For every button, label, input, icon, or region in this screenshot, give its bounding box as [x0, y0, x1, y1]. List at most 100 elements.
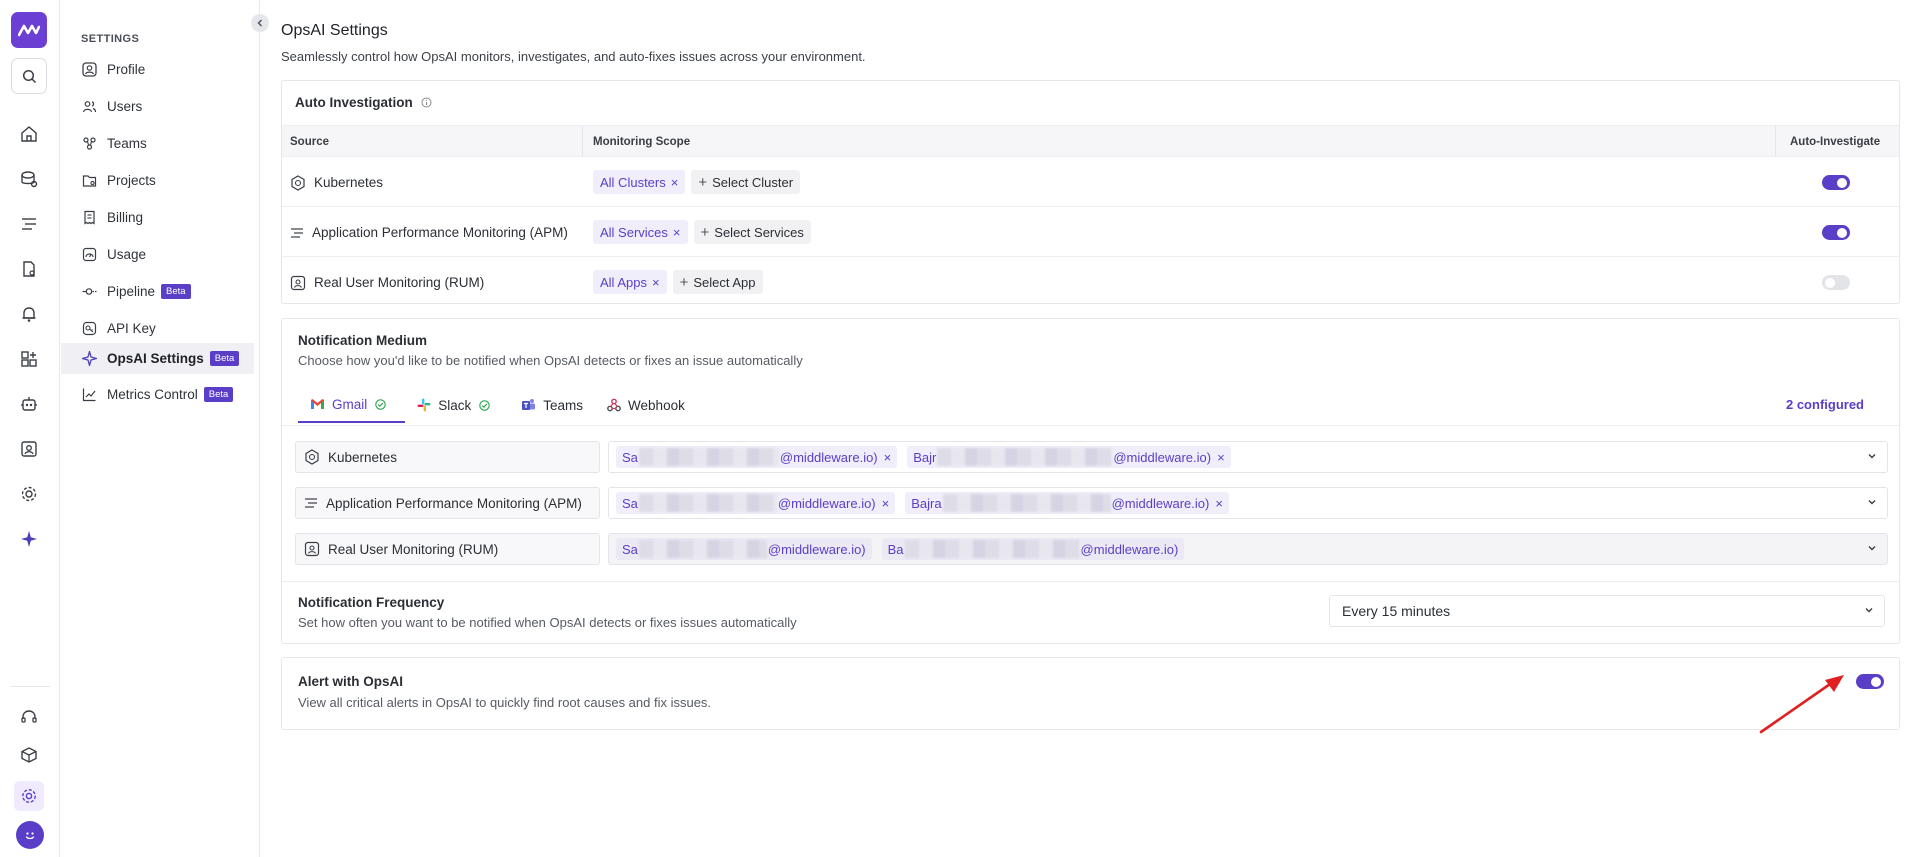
teams-icon — [83, 136, 96, 150]
chevron-down-icon[interactable] — [1867, 543, 1877, 553]
receipt-icon — [84, 210, 95, 225]
apm-icon — [291, 227, 303, 238]
tab-teams[interactable]: Teams — [509, 387, 595, 423]
select-services-button[interactable]: + Select Services — [693, 220, 811, 244]
sidebar-item-label: Users — [107, 98, 143, 114]
sidebar-item-opsai-settings[interactable]: OpsAI Settings Beta — [61, 343, 254, 374]
sidebar-item-label: Metrics Control — [107, 386, 198, 402]
email-chip[interactable]: Ba @middleware.io) — [881, 538, 1185, 560]
plus-icon: + — [679, 273, 689, 291]
remove-chip-icon[interactable]: × — [1217, 450, 1225, 465]
toggle-knob — [1837, 177, 1847, 188]
sidebar-item-teams[interactable]: Teams — [61, 128, 254, 158]
notification-row: Kubernetes Sa @middleware.io) × Bajr @middl… — [295, 441, 1888, 473]
email-chip[interactable]: Sa @middleware.io) × — [616, 446, 898, 468]
dashboard-icon[interactable] — [18, 348, 40, 370]
sidebar-item-projects[interactable]: Projects — [61, 165, 254, 195]
recipient-select[interactable]: Sa @middleware.io) Ba @middleware.io) — [608, 533, 1888, 565]
support-headset-icon[interactable] — [18, 706, 40, 728]
email-chip[interactable]: Bajr @middleware.io) × — [907, 446, 1231, 468]
notification-card: Notification Medium Choose how you'd lik… — [281, 318, 1900, 644]
sidebar-item-label: Teams — [107, 135, 147, 151]
frequency-select[interactable]: Every 15 minutes — [1329, 595, 1885, 627]
scope-chip[interactable]: All Apps × — [593, 270, 667, 294]
sidebar-item-usage[interactable]: Usage — [61, 239, 254, 269]
user-avatar[interactable] — [16, 821, 44, 849]
recipient-select[interactable]: Sa @middleware.io) × Bajr @middleware.io) × — [608, 441, 1888, 473]
auto-investigate-toggle[interactable] — [1822, 275, 1850, 290]
sidebar-item-pipeline[interactable]: Pipeline Beta — [61, 276, 254, 306]
alert-bell-icon[interactable] — [18, 303, 40, 325]
chevron-down-icon[interactable] — [1867, 451, 1877, 461]
document-icon[interactable] — [18, 258, 40, 280]
alert-opsai-description: View all critical alerts in OpsAI to qui… — [298, 695, 712, 710]
email-chip[interactable]: Bajra @middleware.io) × — [905, 492, 1229, 514]
chip-label: All Clusters — [600, 174, 666, 190]
remove-chip-icon[interactable]: × — [1215, 496, 1223, 511]
redacted-email — [638, 448, 779, 466]
toggle-knob — [1825, 277, 1835, 288]
redacted-email — [638, 540, 767, 558]
package-icon[interactable] — [18, 744, 40, 766]
settings-icon[interactable] — [18, 785, 40, 807]
email-prefix: Sa — [622, 541, 638, 557]
sidebar-item-profile[interactable]: Profile — [61, 54, 254, 84]
remove-chip-icon[interactable]: × — [884, 450, 892, 465]
select-app-button[interactable]: + Select App — [672, 270, 763, 294]
tab-gmail[interactable]: Gmail — [298, 387, 406, 423]
tab-webhook[interactable]: Webhook — [595, 387, 697, 423]
remove-chip-icon[interactable]: × — [652, 275, 660, 290]
configured-count[interactable]: 2 configured — [1786, 397, 1864, 412]
middleware-logo[interactable] — [11, 12, 47, 48]
select-cluster-button[interactable]: + Select Cluster — [691, 170, 801, 194]
sidebar-item-api-key[interactable]: API Key — [61, 313, 254, 343]
tab-slack[interactable]: Slack — [405, 387, 509, 423]
infra-icon[interactable] — [18, 168, 40, 190]
email-prefix: Sa — [622, 449, 638, 465]
remove-chip-icon[interactable]: × — [671, 175, 679, 190]
redacted-email — [638, 494, 777, 512]
scope-chip[interactable]: All Services × — [593, 220, 688, 244]
chip-label: All Services — [600, 224, 668, 240]
remove-chip-icon[interactable]: × — [882, 496, 890, 511]
bot-icon[interactable] — [18, 393, 40, 415]
source-label: Kubernetes — [314, 175, 384, 190]
collapse-sidebar-button[interactable] — [251, 14, 269, 32]
info-icon[interactable] — [421, 97, 432, 108]
remove-chip-icon[interactable]: × — [673, 225, 681, 240]
recipient-select[interactable]: Sa @middleware.io) × Bajra @middleware.io) × — [608, 487, 1888, 519]
sidebar-item-billing[interactable]: Billing — [61, 202, 254, 232]
email-prefix: Ba — [887, 541, 904, 557]
icon-rail — [0, 0, 60, 857]
notification-medium-title: Notification Medium — [298, 333, 427, 348]
folder-icon — [82, 174, 97, 187]
email-suffix: @middleware.io) — [1080, 541, 1179, 557]
kubernetes-icon — [305, 449, 319, 465]
chevron-down-icon[interactable] — [1867, 497, 1877, 507]
sidebar-item-metrics-control[interactable]: Metrics Control Beta — [61, 379, 254, 409]
search-icon[interactable] — [11, 58, 47, 94]
opsai-sparkle-icon[interactable] — [18, 528, 40, 550]
check-circle-icon — [375, 398, 387, 410]
add-label: Select Services — [714, 224, 804, 240]
annotation-arrow — [1759, 675, 1844, 734]
home-icon[interactable] — [18, 123, 40, 145]
toggle-knob — [1837, 227, 1847, 238]
source-label: Real User Monitoring (RUM) — [314, 275, 485, 290]
logs-icon[interactable] — [18, 213, 40, 235]
email-chip[interactable]: Sa @middleware.io) × — [616, 492, 896, 514]
auto-investigate-toggle[interactable] — [1822, 225, 1850, 240]
plus-icon: + — [700, 223, 710, 241]
rum-icon[interactable] — [18, 438, 40, 460]
section-divider — [282, 581, 1899, 582]
rum-icon — [290, 275, 306, 290]
source-cell: Application Performance Monitoring (APM) — [290, 208, 568, 257]
email-chip[interactable]: Sa @middleware.io) — [616, 538, 872, 560]
sidebar-item-users[interactable]: Users — [61, 91, 254, 121]
pipeline-icon — [82, 287, 97, 295]
settings-gear-icon[interactable] — [18, 483, 40, 505]
scope-cell: All Services × + Select Services — [593, 220, 811, 244]
scope-chip[interactable]: All Clusters × — [593, 170, 686, 194]
auto-investigate-toggle[interactable] — [1822, 175, 1850, 190]
alert-opsai-toggle[interactable] — [1856, 674, 1884, 689]
